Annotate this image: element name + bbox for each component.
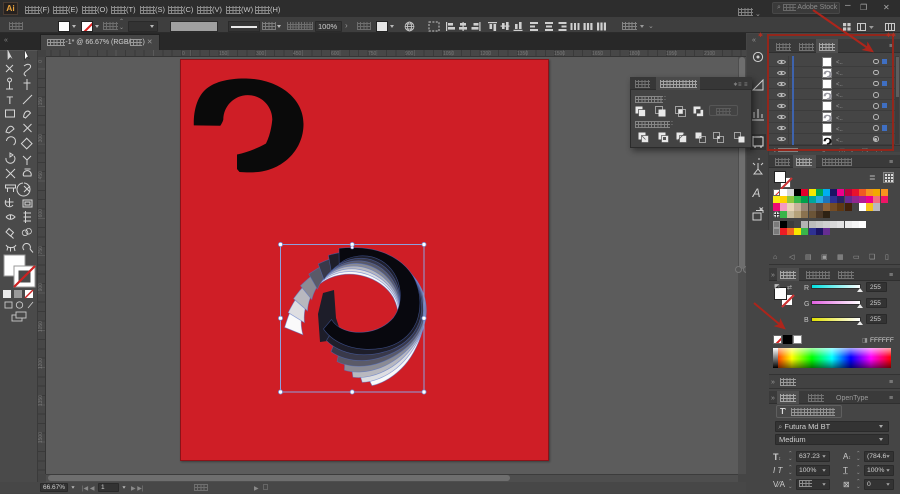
svg-text:T: T [7,95,14,107]
svg-text:A: A [752,186,761,200]
